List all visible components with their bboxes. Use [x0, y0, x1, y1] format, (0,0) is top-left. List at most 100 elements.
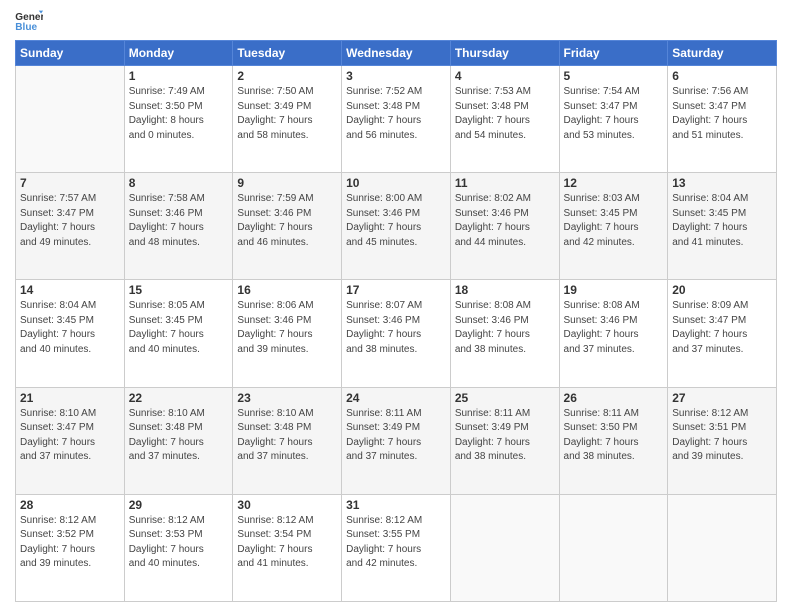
day-number: 18	[455, 283, 555, 297]
calendar-cell: 14 Sunrise: 8:04 AM Sunset: 3:45 PM Dayli…	[16, 280, 125, 387]
day-number: 7	[20, 176, 120, 190]
day-number: 28	[20, 498, 120, 512]
calendar-cell: 17Sunrise: 8:07 AM Sunset: 3:46 PM Dayli…	[342, 280, 451, 387]
cell-content: Sunrise: 7:58 AM Sunset: 3:46 PM Dayligh…	[129, 192, 229, 250]
calendar-cell: 26Sunrise: 8:11 AM Sunset: 3:50 PM Dayli…	[559, 387, 668, 494]
cell-content: Sunrise: 8:07 AM Sunset: 3:46 PM Dayligh…	[346, 299, 446, 357]
calendar-cell: 2 Sunrise: 7:50 AM Sunset: 3:49 PM Daylig…	[233, 66, 342, 173]
day-number: 31	[346, 498, 446, 512]
col-header-monday: Monday	[124, 41, 233, 66]
page-header: General Blue	[15, 10, 777, 32]
calendar-cell: 11Sunrise: 8:02 AM Sunset: 3:46 PM Dayli…	[450, 173, 559, 280]
cell-content: Sunrise: 8:04 AM Sunset: 3:45 PM Dayligh…	[672, 192, 772, 250]
cell-content: Sunrise: 8:08 AM Sunset: 3:46 PM Dayligh…	[455, 299, 555, 357]
day-number: 9	[237, 176, 337, 190]
calendar-cell: 21 Sunrise: 8:10 AM Sunset: 3:47 PM Dayli…	[16, 387, 125, 494]
calendar-cell: 5 Sunrise: 7:54 AM Sunset: 3:47 PM Daylig…	[559, 66, 668, 173]
calendar-cell: 27 Sunrise: 8:12 AM Sunset: 3:51 PM Dayli…	[668, 387, 777, 494]
calendar-cell: 24 Sunrise: 8:11 AM Sunset: 3:49 PM Dayli…	[342, 387, 451, 494]
calendar-week-row: 28Sunrise: 8:12 AM Sunset: 3:52 PM Dayli…	[16, 494, 777, 601]
logo: General Blue	[15, 10, 47, 32]
cell-content: Sunrise: 8:10 AM Sunset: 3:48 PM Dayligh…	[129, 407, 229, 465]
calendar-cell: 4Sunrise: 7:53 AM Sunset: 3:48 PM Daylig…	[450, 66, 559, 173]
day-number: 15	[129, 283, 229, 297]
cell-content: Sunrise: 8:11 AM Sunset: 3:49 PM Dayligh…	[346, 407, 446, 465]
calendar-cell: 30 Sunrise: 8:12 AM Sunset: 3:54 PM Dayli…	[233, 494, 342, 601]
day-number: 20	[672, 283, 772, 297]
cell-content: Sunrise: 7:59 AM Sunset: 3:46 PM Dayligh…	[237, 192, 337, 250]
col-header-tuesday: Tuesday	[233, 41, 342, 66]
day-number: 16	[237, 283, 337, 297]
cell-content: Sunrise: 8:12 AM Sunset: 3:53 PM Dayligh…	[129, 514, 229, 572]
day-number: 25	[455, 391, 555, 405]
calendar-cell: 18 Sunrise: 8:08 AM Sunset: 3:46 PM Dayli…	[450, 280, 559, 387]
day-number: 23	[237, 391, 337, 405]
cell-content: Sunrise: 8:12 AM Sunset: 3:51 PM Dayligh…	[672, 407, 772, 465]
day-number: 30	[237, 498, 337, 512]
calendar-cell	[450, 494, 559, 601]
day-number: 21	[20, 391, 120, 405]
calendar-cell: 16 Sunrise: 8:06 AM Sunset: 3:46 PM Dayli…	[233, 280, 342, 387]
cell-content: Sunrise: 8:10 AM Sunset: 3:48 PM Dayligh…	[237, 407, 337, 465]
cell-content: Sunrise: 8:00 AM Sunset: 3:46 PM Dayligh…	[346, 192, 446, 250]
calendar-week-row: 14 Sunrise: 8:04 AM Sunset: 3:45 PM Dayli…	[16, 280, 777, 387]
cell-content: Sunrise: 8:11 AM Sunset: 3:49 PM Dayligh…	[455, 407, 555, 465]
calendar-cell	[559, 494, 668, 601]
cell-content: Sunrise: 8:03 AM Sunset: 3:45 PM Dayligh…	[564, 192, 664, 250]
calendar-header-row: SundayMondayTuesdayWednesdayThursdayFrid…	[16, 41, 777, 66]
calendar-cell: 19 Sunrise: 8:08 AM Sunset: 3:46 PM Dayli…	[559, 280, 668, 387]
day-number: 22	[129, 391, 229, 405]
col-header-thursday: Thursday	[450, 41, 559, 66]
day-number: 11	[455, 176, 555, 190]
day-number: 14	[20, 283, 120, 297]
calendar-week-row: 7 Sunrise: 7:57 AM Sunset: 3:47 PM Daylig…	[16, 173, 777, 280]
cell-content: Sunrise: 8:10 AM Sunset: 3:47 PM Dayligh…	[20, 407, 120, 465]
calendar-cell: 23 Sunrise: 8:10 AM Sunset: 3:48 PM Dayli…	[233, 387, 342, 494]
day-number: 13	[672, 176, 772, 190]
calendar-table: SundayMondayTuesdayWednesdayThursdayFrid…	[15, 40, 777, 602]
cell-content: Sunrise: 8:12 AM Sunset: 3:54 PM Dayligh…	[237, 514, 337, 572]
calendar-cell	[16, 66, 125, 173]
day-number: 3	[346, 69, 446, 83]
calendar-cell: 7 Sunrise: 7:57 AM Sunset: 3:47 PM Daylig…	[16, 173, 125, 280]
cell-content: Sunrise: 7:57 AM Sunset: 3:47 PM Dayligh…	[20, 192, 120, 250]
cell-content: Sunrise: 7:49 AM Sunset: 3:50 PM Dayligh…	[129, 85, 229, 143]
day-number: 5	[564, 69, 664, 83]
calendar-cell: 29Sunrise: 8:12 AM Sunset: 3:53 PM Dayli…	[124, 494, 233, 601]
calendar-cell: 13 Sunrise: 8:04 AM Sunset: 3:45 PM Dayli…	[668, 173, 777, 280]
calendar-cell: 28Sunrise: 8:12 AM Sunset: 3:52 PM Dayli…	[16, 494, 125, 601]
logo-icon: General Blue	[15, 10, 43, 32]
calendar-week-row: 1 Sunrise: 7:49 AM Sunset: 3:50 PM Daylig…	[16, 66, 777, 173]
cell-content: Sunrise: 7:52 AM Sunset: 3:48 PM Dayligh…	[346, 85, 446, 143]
page-container: General Blue SundayMondayTuesdayWednesda…	[0, 0, 792, 612]
day-number: 1	[129, 69, 229, 83]
cell-content: Sunrise: 7:54 AM Sunset: 3:47 PM Dayligh…	[564, 85, 664, 143]
day-number: 19	[564, 283, 664, 297]
cell-content: Sunrise: 8:04 AM Sunset: 3:45 PM Dayligh…	[20, 299, 120, 357]
calendar-cell: 6 Sunrise: 7:56 AM Sunset: 3:47 PM Daylig…	[668, 66, 777, 173]
cell-content: Sunrise: 8:09 AM Sunset: 3:47 PM Dayligh…	[672, 299, 772, 357]
calendar-cell: 8 Sunrise: 7:58 AM Sunset: 3:46 PM Daylig…	[124, 173, 233, 280]
cell-content: Sunrise: 7:53 AM Sunset: 3:48 PM Dayligh…	[455, 85, 555, 143]
day-number: 2	[237, 69, 337, 83]
calendar-cell: 1 Sunrise: 7:49 AM Sunset: 3:50 PM Daylig…	[124, 66, 233, 173]
col-header-sunday: Sunday	[16, 41, 125, 66]
day-number: 10	[346, 176, 446, 190]
calendar-cell	[668, 494, 777, 601]
cell-content: Sunrise: 7:50 AM Sunset: 3:49 PM Dayligh…	[237, 85, 337, 143]
day-number: 6	[672, 69, 772, 83]
day-number: 27	[672, 391, 772, 405]
cell-content: Sunrise: 8:11 AM Sunset: 3:50 PM Dayligh…	[564, 407, 664, 465]
col-header-friday: Friday	[559, 41, 668, 66]
calendar-cell: 22 Sunrise: 8:10 AM Sunset: 3:48 PM Dayli…	[124, 387, 233, 494]
cell-content: Sunrise: 7:56 AM Sunset: 3:47 PM Dayligh…	[672, 85, 772, 143]
col-header-saturday: Saturday	[668, 41, 777, 66]
calendar-cell: 20 Sunrise: 8:09 AM Sunset: 3:47 PM Dayli…	[668, 280, 777, 387]
calendar-cell: 9 Sunrise: 7:59 AM Sunset: 3:46 PM Daylig…	[233, 173, 342, 280]
day-number: 8	[129, 176, 229, 190]
cell-content: Sunrise: 8:06 AM Sunset: 3:46 PM Dayligh…	[237, 299, 337, 357]
col-header-wednesday: Wednesday	[342, 41, 451, 66]
cell-content: Sunrise: 8:05 AM Sunset: 3:45 PM Dayligh…	[129, 299, 229, 357]
cell-content: Sunrise: 8:08 AM Sunset: 3:46 PM Dayligh…	[564, 299, 664, 357]
day-number: 24	[346, 391, 446, 405]
